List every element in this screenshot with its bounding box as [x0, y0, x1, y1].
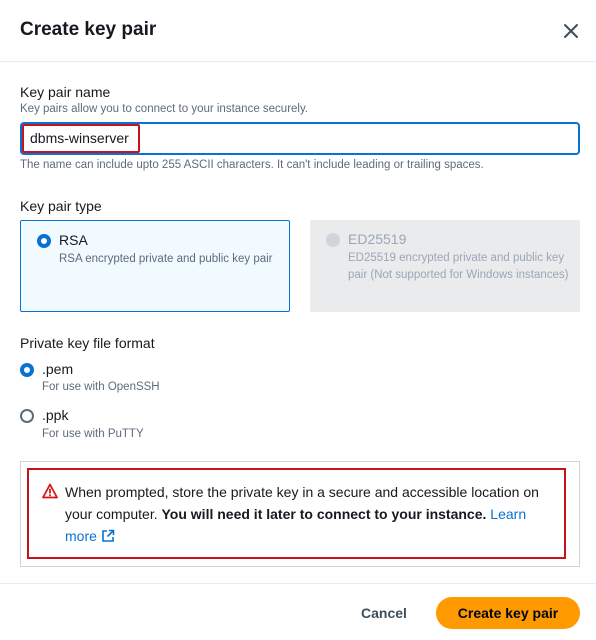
ed25519-description: ED25519 encrypted private and public key… — [348, 252, 569, 281]
dialog-header: Create key pair — [0, 0, 596, 62]
create-key-pair-dialog: Create key pair Key pair name Key pairs … — [0, 0, 596, 640]
pem-description: For use with OpenSSH — [42, 381, 160, 393]
pem-radio[interactable] — [20, 363, 34, 377]
rsa-description: RSA encrypted private and public key pai… — [59, 253, 273, 265]
pem-title[interactable]: .pem — [42, 361, 73, 377]
alert-message: When prompted, store the private key in … — [65, 481, 555, 547]
key-type-tile-ed25519: ED25519 ED25519 encrypted private and pu… — [310, 220, 580, 312]
key-pair-name-constraint: The name can include upto 255 ASCII char… — [20, 159, 484, 171]
key-pair-name-input[interactable]: dbms-winserver — [20, 122, 580, 155]
ppk-title[interactable]: .ppk — [42, 407, 68, 423]
key-pair-type-label: Key pair type — [20, 198, 102, 214]
close-icon[interactable] — [560, 20, 582, 42]
ppk-radio[interactable] — [20, 409, 34, 423]
file-format-label: Private key file format — [20, 335, 155, 351]
ppk-description: For use with PuTTY — [42, 428, 144, 440]
key-type-tile-rsa[interactable]: RSA RSA encrypted private and public key… — [20, 220, 290, 312]
warning-icon — [42, 483, 58, 499]
rsa-radio[interactable] — [37, 234, 51, 248]
key-pair-name-value: dbms-winserver — [30, 130, 129, 146]
external-link-icon — [102, 529, 115, 542]
dialog-title: Create key pair — [20, 19, 157, 40]
rsa-title: RSA — [59, 232, 88, 248]
ed25519-title: ED25519 — [348, 231, 407, 247]
alert-text-bold: You will need it later to connect to you… — [161, 506, 487, 522]
key-pair-name-label: Key pair name — [20, 84, 111, 100]
ed25519-radio — [326, 233, 340, 247]
cancel-button[interactable]: Cancel — [348, 597, 420, 629]
create-key-pair-button[interactable]: Create key pair — [436, 597, 580, 629]
key-pair-name-description: Key pairs allow you to connect to your i… — [20, 103, 309, 115]
